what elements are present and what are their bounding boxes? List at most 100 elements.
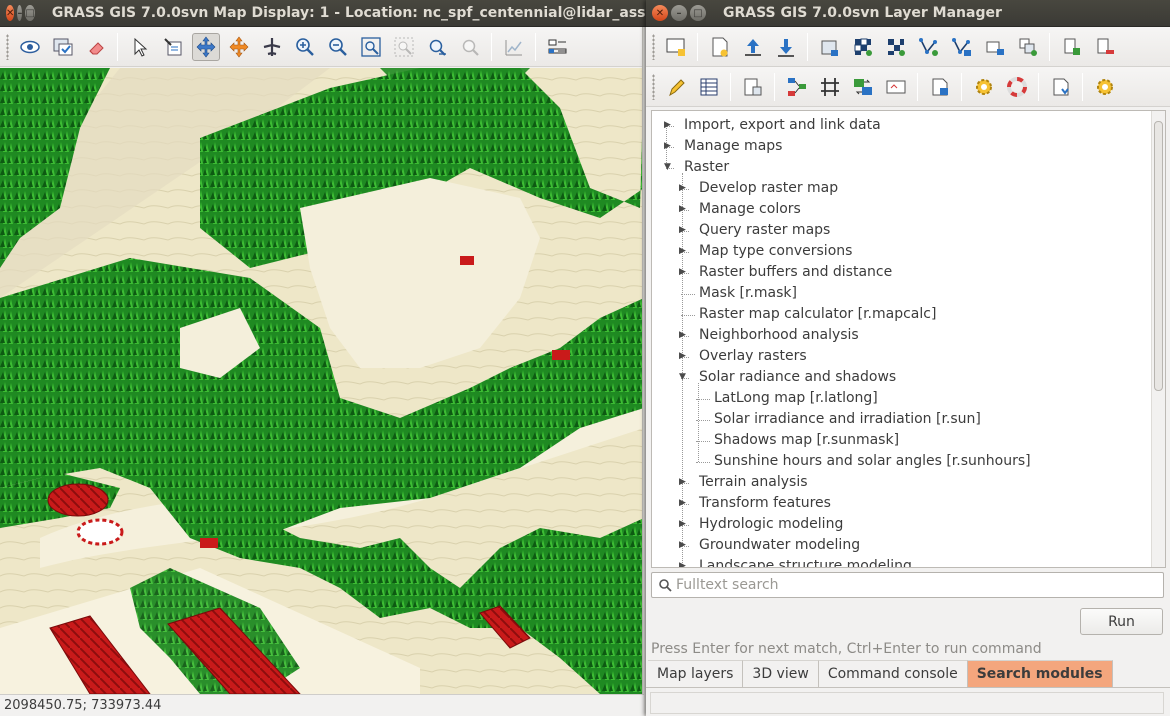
tab-map-layers[interactable]: Map layers <box>648 660 744 687</box>
remove-layer-icon[interactable] <box>1091 33 1119 61</box>
zoom-to-extent-orange-icon[interactable] <box>225 33 253 61</box>
add-map-icon[interactable] <box>816 33 844 61</box>
toolbar-grip[interactable] <box>652 33 655 60</box>
map-swipe-icon[interactable] <box>926 73 954 101</box>
airplane-icon[interactable] <box>258 33 286 61</box>
save-workspace-icon[interactable] <box>772 33 800 61</box>
collapsed-arrow-icon[interactable]: ▶ <box>679 325 686 346</box>
animation-icon[interactable] <box>849 73 877 101</box>
toolbar-grip[interactable] <box>652 73 655 100</box>
tree-item[interactable]: Mask [r.mask] <box>699 283 797 304</box>
add-raster-icon[interactable] <box>849 33 877 61</box>
tree-item[interactable]: Transform features <box>699 493 831 514</box>
tree-item[interactable]: Map type conversions <box>699 241 852 262</box>
add-overlay-icon[interactable] <box>981 33 1009 61</box>
tree-item[interactable]: Import, export and link data <box>684 115 881 136</box>
maximize-icon[interactable]: □ <box>25 5 35 21</box>
collapsed-arrow-icon[interactable]: ▶ <box>679 472 686 493</box>
digitizer-pencil-icon[interactable] <box>662 73 690 101</box>
collapsed-arrow-icon[interactable]: ▶ <box>679 535 686 556</box>
collapsed-arrow-icon[interactable]: ▶ <box>679 262 686 283</box>
help-lifebuoy-icon[interactable] <box>1003 73 1031 101</box>
tree-scrollbar[interactable] <box>1151 111 1165 567</box>
tree-item[interactable]: Raster buffers and distance <box>699 262 892 283</box>
new-display-icon[interactable] <box>662 33 690 61</box>
collapsed-arrow-icon[interactable]: ▶ <box>664 136 671 157</box>
add-layer-icon[interactable] <box>1058 33 1086 61</box>
render-map-icon[interactable] <box>49 33 77 61</box>
new-workspace-icon[interactable] <box>706 33 734 61</box>
eye-icon[interactable] <box>16 33 44 61</box>
tree-item[interactable]: Shadows map [r.sunmask] <box>714 430 899 451</box>
map-canvas[interactable] <box>0 68 644 694</box>
add-group-icon[interactable] <box>1014 33 1042 61</box>
tree-item[interactable]: Raster map calculator [r.mapcalc] <box>699 304 936 325</box>
open-workspace-icon[interactable] <box>739 33 767 61</box>
zoom-out-icon[interactable] <box>324 33 352 61</box>
preferences-gear-icon[interactable] <box>1091 73 1119 101</box>
tree-item[interactable]: Groundwater modeling <box>699 535 860 556</box>
minimize-icon[interactable]: – <box>17 5 23 21</box>
zoom-options-icon[interactable] <box>423 33 451 61</box>
tree-item[interactable]: Solar radiance and shadows <box>699 367 896 388</box>
expanded-arrow-icon[interactable]: ▼ <box>664 157 671 178</box>
graphical-modeler-icon[interactable] <box>783 73 811 101</box>
collapsed-arrow-icon[interactable]: ▶ <box>679 178 686 199</box>
tab-search-modules[interactable]: Search modules <box>967 660 1113 687</box>
search-input[interactable] <box>676 577 1156 593</box>
tab-3d-view[interactable]: 3D view <box>743 660 819 687</box>
tree-scrollbar-thumb[interactable] <box>1154 121 1163 391</box>
collapsed-arrow-icon[interactable]: ▶ <box>679 220 686 241</box>
pointer-icon[interactable] <box>126 33 154 61</box>
collapsed-arrow-icon[interactable]: ▶ <box>679 514 686 535</box>
query-icon[interactable] <box>159 33 187 61</box>
tree-item[interactable]: Query raster maps <box>699 220 830 241</box>
attribute-table-icon[interactable] <box>695 73 723 101</box>
tree-item[interactable]: Solar irradiance and irradiation [r.sun] <box>714 409 981 430</box>
pan-icon[interactable] <box>191 32 220 61</box>
module-tree[interactable]: ▶ Import, export and link data ▶ Manage map… <box>651 110 1166 568</box>
settings-gear-icon[interactable] <box>970 73 998 101</box>
search-field[interactable] <box>651 572 1164 598</box>
zoom-in-icon[interactable] <box>291 33 319 61</box>
zoom-region-icon[interactable] <box>456 33 484 61</box>
tree-item[interactable]: Terrain analysis <box>699 472 808 493</box>
minimize-icon[interactable]: – <box>671 5 687 21</box>
georectify-icon[interactable] <box>739 73 767 101</box>
tab-command-console[interactable]: Command console <box>818 660 968 687</box>
collapsed-arrow-icon[interactable]: ▶ <box>679 493 686 514</box>
expanded-arrow-icon[interactable]: ▼ <box>679 367 686 388</box>
decoration-icon[interactable] <box>544 33 572 61</box>
tree-item[interactable]: Neighborhood analysis <box>699 325 859 346</box>
collapsed-arrow-icon[interactable]: ▶ <box>679 199 686 220</box>
zoom-extent-icon[interactable] <box>357 33 385 61</box>
tree-item[interactable]: Manage colors <box>699 199 801 220</box>
run-button[interactable]: Run <box>1080 608 1163 635</box>
close-icon[interactable]: ✕ <box>652 5 668 21</box>
layer-manager-toolbar-1 <box>646 27 1170 67</box>
collapsed-arrow-icon[interactable]: ▶ <box>679 241 686 262</box>
tree-item[interactable]: Landscape structure modeling <box>699 556 912 567</box>
add-vector-icon[interactable] <box>915 33 943 61</box>
grid-icon[interactable] <box>816 73 844 101</box>
tree-item[interactable]: LatLong map [r.latlong] <box>714 388 878 409</box>
tree-item[interactable]: Develop raster map <box>699 178 838 199</box>
add-vector-thematic-icon[interactable] <box>948 33 976 61</box>
maximize-icon[interactable]: □ <box>690 5 706 21</box>
tree-item[interactable]: Hydrologic modeling <box>699 514 843 535</box>
tree-item[interactable]: Overlay rasters <box>699 346 807 367</box>
toolbar-grip[interactable] <box>6 33 9 60</box>
close-icon[interactable]: ✕ <box>6 5 15 21</box>
add-rgb-icon[interactable] <box>882 33 910 61</box>
tree-item[interactable]: Raster <box>684 157 729 178</box>
cartographic-composer-icon[interactable] <box>882 73 910 101</box>
tree-item[interactable]: Sunshine hours and solar angles [r.sunho… <box>714 451 1031 472</box>
workspace-settings-icon[interactable] <box>1047 73 1075 101</box>
zoom-back-icon[interactable] <box>390 33 418 61</box>
analyze-icon[interactable] <box>500 33 528 61</box>
collapsed-arrow-icon[interactable]: ▶ <box>664 115 671 136</box>
tree-item[interactable]: Manage maps <box>684 136 782 157</box>
collapsed-arrow-icon[interactable]: ▶ <box>679 556 686 567</box>
collapsed-arrow-icon[interactable]: ▶ <box>679 346 686 367</box>
eraser-icon[interactable] <box>82 33 110 61</box>
